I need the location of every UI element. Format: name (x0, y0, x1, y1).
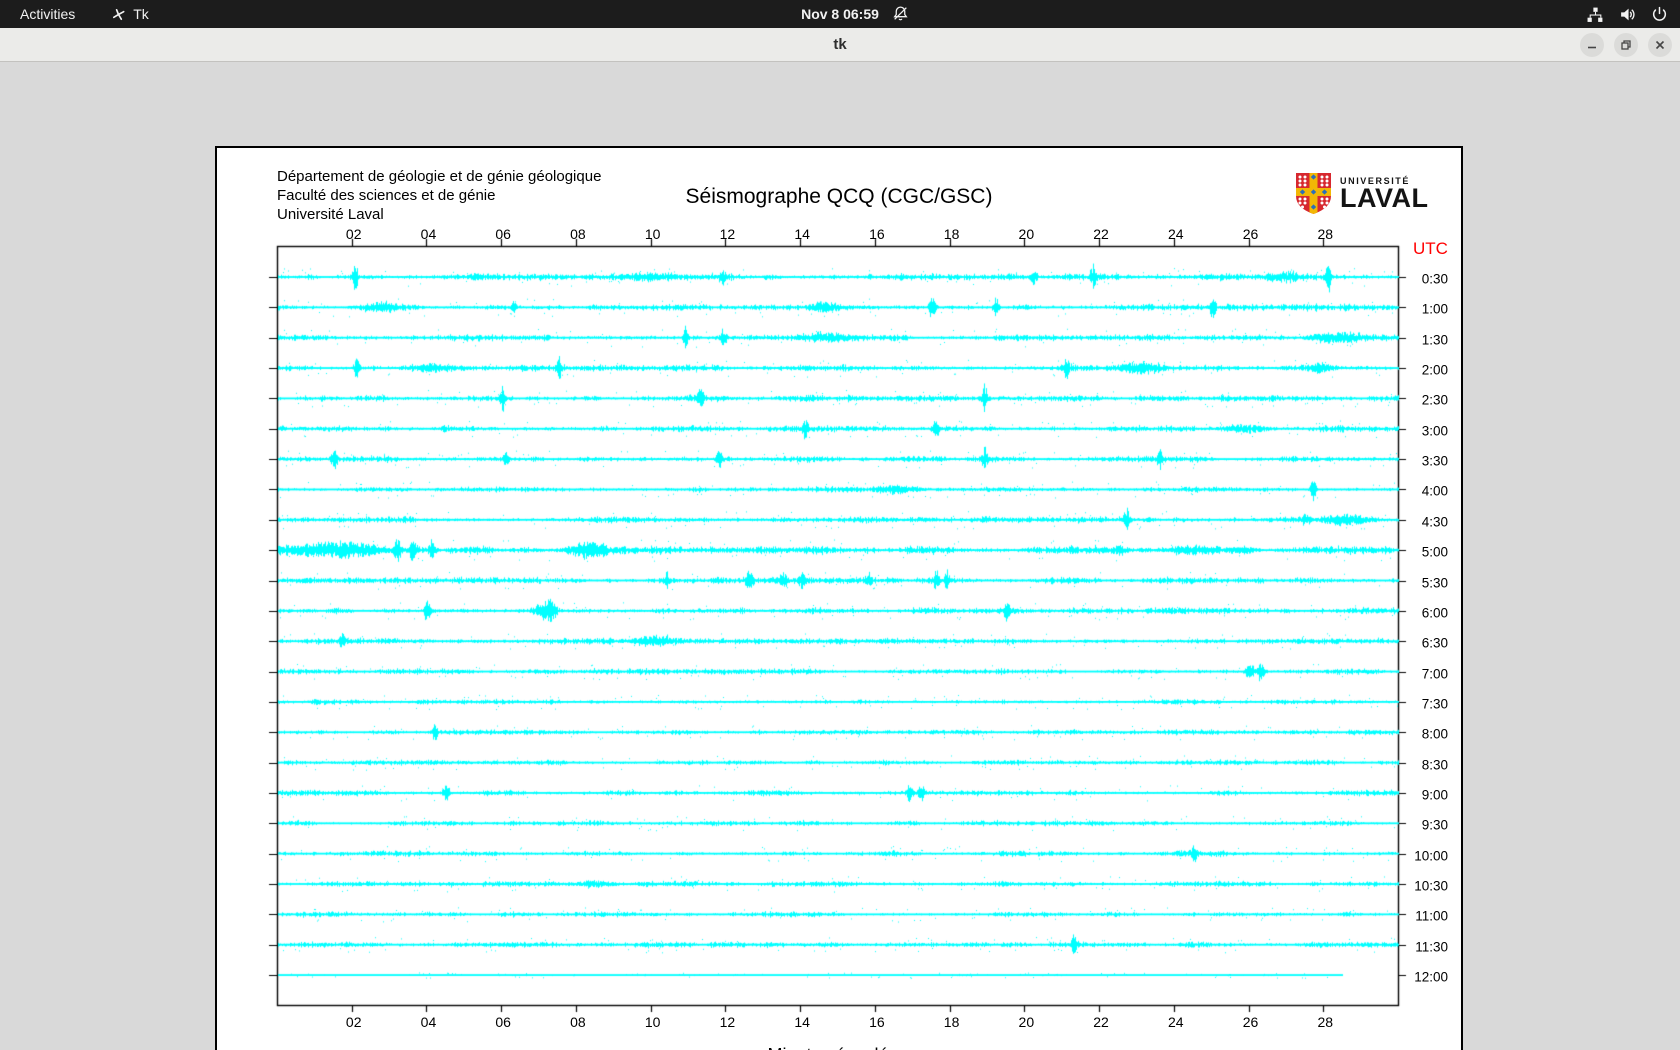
laval-shield-icon (1295, 172, 1332, 220)
x-tick-label-top: 18 (943, 226, 960, 242)
x-tick-label-bottom: 12 (719, 1014, 736, 1030)
x-tick-label-top: 22 (1093, 226, 1109, 242)
x-tick-label-top: 02 (345, 226, 362, 242)
y-tick-label: 1:00 (1421, 301, 1448, 317)
y-tick-label: 10:30 (1414, 878, 1448, 894)
network-icon[interactable] (1587, 6, 1604, 23)
desktop: Activities Tk Nov 8 06:59 tk Département… (0, 0, 1680, 1050)
volume-icon[interactable] (1619, 6, 1636, 23)
y-tick-label: 5:00 (1421, 544, 1448, 560)
gnome-top-bar: Activities Tk Nov 8 06:59 (0, 0, 1680, 28)
laval-wordmark: UNIVERSITÉ LAVAL (1340, 172, 1428, 220)
y-tick-label: 5:30 (1421, 575, 1448, 590)
y-tick-label: 12:00 (1414, 969, 1448, 985)
x-tick-label-top: 08 (570, 226, 586, 242)
x-tick-label-bottom: 26 (1242, 1014, 1259, 1030)
close-button[interactable] (1648, 33, 1672, 57)
y-tick-label: 4:30 (1421, 514, 1448, 530)
x-tick-label-bottom: 10 (644, 1014, 661, 1030)
laval-logo: UNIVERSITÉ LAVAL (1295, 172, 1428, 220)
x-tick-label-top: 06 (495, 226, 511, 242)
x-tick-label-bottom: 16 (869, 1014, 885, 1030)
y-tick-label: 6:30 (1421, 635, 1448, 651)
y-tick-label: 9:30 (1421, 817, 1448, 833)
x-tick-label-bottom: 18 (943, 1014, 960, 1030)
maximize-button[interactable] (1614, 33, 1638, 57)
clock-label[interactable]: Nov 8 06:59 (801, 6, 879, 22)
x-tick-label-bottom: 14 (794, 1014, 810, 1030)
x-tick-label-top: 04 (420, 226, 437, 242)
y-tick-label: 7:00 (1421, 666, 1448, 682)
y-tick-label: 11:30 (1415, 939, 1448, 955)
y-tick-label: 2:00 (1421, 362, 1448, 378)
utc-label: UTC (1413, 239, 1448, 258)
x-tick-label-top: 12 (719, 226, 736, 242)
y-tick-label: 10:00 (1414, 848, 1448, 864)
y-tick-label: 1:30 (1421, 332, 1448, 348)
window-titlebar: tk (0, 28, 1680, 62)
x-tick-label-top: 16 (869, 226, 885, 242)
x-tick-label-top: 10 (644, 226, 661, 242)
x-tick-label-top: 26 (1242, 226, 1259, 242)
x-tick-label-bottom: 04 (420, 1014, 437, 1030)
x-tick-label-bottom: 06 (495, 1014, 511, 1030)
y-tick-label: 6:00 (1421, 605, 1448, 621)
x-tick-label-bottom: 08 (570, 1014, 586, 1030)
chart-title: Séismographe QCQ (CGC/GSC) (685, 185, 993, 208)
y-tick-label: 3:30 (1421, 453, 1448, 469)
y-tick-label: 0:30 (1421, 271, 1448, 287)
y-tick-label: 8:00 (1421, 726, 1448, 742)
seismogram-canvas (217, 148, 1461, 1050)
x-tick-label-top: 28 (1317, 226, 1334, 242)
y-tick-label: 11:00 (1415, 908, 1448, 924)
window-content: Département de géologie et de génie géol… (0, 62, 1680, 1050)
x-tick-label-top: 20 (1018, 226, 1035, 242)
x-tick-label-bottom: 22 (1093, 1014, 1109, 1030)
y-tick-label: 9:00 (1421, 787, 1448, 803)
notifications-muted-icon (892, 5, 909, 25)
power-icon[interactable] (1651, 6, 1668, 23)
x-tick-label-bottom: 02 (345, 1014, 362, 1030)
y-tick-label: 2:30 (1421, 392, 1448, 408)
laval-wordmark-large: LAVAL (1340, 183, 1429, 213)
x-tick-label-bottom: 24 (1168, 1014, 1184, 1030)
window-title: tk (833, 36, 847, 53)
y-tick-label: 8:30 (1421, 757, 1448, 773)
institution-line: Département de géologie et de génie géol… (277, 168, 602, 185)
x-tick-label-bottom: 28 (1317, 1014, 1334, 1030)
y-tick-label: 4:00 (1421, 483, 1448, 499)
x-tick-label-top: 14 (794, 226, 810, 242)
x-tick-label-top: 24 (1168, 226, 1184, 242)
x-tick-label-bottom: 20 (1018, 1014, 1035, 1030)
y-tick-label: 7:30 (1421, 696, 1448, 712)
x-axis-title: Minutes écoulées (277, 1045, 1398, 1050)
y-tick-label: 3:00 (1421, 423, 1448, 439)
seismograph-chart-frame: Département de géologie et de génie géol… (215, 146, 1463, 1050)
minimize-button[interactable] (1580, 33, 1604, 57)
